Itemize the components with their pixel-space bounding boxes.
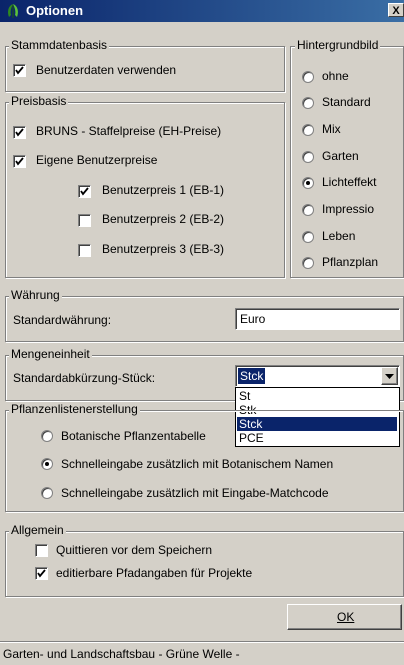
hintergrund-label-mix: Mix bbox=[322, 122, 341, 136]
hintergrund-radio-mix[interactable] bbox=[302, 124, 314, 136]
stammdaten-legend: Stammdatenbasis bbox=[9, 38, 110, 52]
check-icon bbox=[37, 569, 46, 578]
pflanzen-radio-matchcode[interactable] bbox=[41, 487, 53, 499]
pflanzen-radio-botanischer-name[interactable] bbox=[41, 458, 53, 470]
hintergrund-legend: Hintergrundbild bbox=[295, 38, 381, 52]
benutzerdaten-checkbox[interactable] bbox=[13, 64, 26, 77]
hintergrund-label-pflanzplan: Pflanzplan bbox=[322, 255, 379, 269]
leaf-icon bbox=[5, 3, 21, 19]
hintergrund-radio-pflanzplan[interactable] bbox=[302, 257, 314, 269]
benutzerpreis-3-label: Benutzerpreis 3 (EB-3) bbox=[102, 242, 225, 256]
waehrung-legend: Währung bbox=[9, 288, 62, 302]
menge-select-value: Stck bbox=[236, 367, 267, 385]
menge-label: Standardabkürzung-Stück: bbox=[13, 371, 156, 385]
waehrung-value: Euro bbox=[240, 312, 266, 326]
benutzerpreis-3-checkbox[interactable] bbox=[78, 244, 91, 257]
check-icon bbox=[15, 157, 24, 166]
ok-button-label: OK bbox=[337, 610, 355, 624]
ok-button[interactable]: OK bbox=[287, 604, 402, 630]
pflanzen-radio-botanisch[interactable] bbox=[41, 430, 53, 442]
bruns-label: BRUNS - Staffelpreise (EH-Preise) bbox=[36, 124, 222, 138]
check-icon bbox=[15, 66, 24, 75]
dropdown-option-st[interactable]: St bbox=[237, 389, 397, 403]
waehrung-label: Standardwährung: bbox=[13, 313, 112, 327]
hintergrund-label-leben: Leben bbox=[322, 229, 356, 243]
radio-dot-icon bbox=[45, 462, 49, 466]
allgemein-legend: Allgemein bbox=[9, 523, 66, 537]
check-icon bbox=[80, 187, 89, 196]
benutzerpreis-2-checkbox[interactable] bbox=[78, 214, 91, 227]
pfad-label: editierbare Pfadangaben für Projekte bbox=[56, 566, 253, 580]
benutzerdaten-label: Benutzerdaten verwenden bbox=[36, 63, 177, 77]
quittieren-checkbox[interactable] bbox=[35, 544, 48, 557]
check-icon bbox=[15, 128, 24, 137]
pflanzen-legend: Pflanzenlistenerstellung bbox=[9, 402, 140, 416]
radio-dot-icon bbox=[306, 181, 310, 185]
waehrung-input[interactable]: Euro bbox=[235, 308, 400, 330]
allgemein-group bbox=[5, 531, 404, 597]
eigene-label: Eigene Benutzerpreise bbox=[36, 153, 158, 167]
benutzerpreis-1-label: Benutzerpreis 1 (EB-1) bbox=[102, 183, 225, 197]
bruns-checkbox[interactable] bbox=[13, 126, 26, 139]
chevron-down-icon bbox=[385, 374, 394, 379]
hintergrund-radio-standard[interactable] bbox=[302, 97, 314, 109]
hintergrund-label-garten: Garten bbox=[322, 149, 359, 163]
preisbasis-legend: Preisbasis bbox=[9, 94, 69, 108]
hintergrund-label-impressio: Impressio bbox=[322, 202, 375, 216]
quittieren-label: Quittieren vor dem Speichern bbox=[56, 543, 213, 557]
close-button[interactable]: X bbox=[388, 3, 404, 17]
hintergrund-radio-leben[interactable] bbox=[302, 231, 314, 243]
pflanzen-label-botanischer-name: Schnelleingabe zusätzlich mit Botanische… bbox=[61, 457, 334, 471]
window-title: Optionen bbox=[26, 3, 84, 18]
eigene-checkbox[interactable] bbox=[13, 155, 26, 168]
pflanzen-label-botanisch: Botanische Pflanzentabelle bbox=[61, 429, 206, 443]
hintergrund-label-standard: Standard bbox=[322, 95, 371, 109]
pflanzen-label-matchcode: Schnelleingabe zusätzlich mit Eingabe-Ma… bbox=[61, 486, 329, 500]
dropdown-arrow-button[interactable] bbox=[381, 367, 398, 385]
status-text: Garten- und Landschaftsbau - Grüne Welle… bbox=[3, 647, 240, 661]
hintergrund-radio-ohne[interactable] bbox=[302, 71, 314, 83]
menge-legend: Mengeneinheit bbox=[9, 347, 92, 361]
pfad-checkbox[interactable] bbox=[35, 567, 48, 580]
hintergrund-radio-garten[interactable] bbox=[302, 151, 314, 163]
benutzerpreis-1-checkbox[interactable] bbox=[78, 185, 91, 198]
hintergrund-radio-lichteffekt[interactable] bbox=[302, 177, 314, 189]
hintergrund-label-ohne: ohne bbox=[322, 69, 349, 83]
hintergrund-radio-impressio[interactable] bbox=[302, 204, 314, 216]
menge-select[interactable]: Stck bbox=[235, 365, 400, 387]
benutzerpreis-2-label: Benutzerpreis 2 (EB-2) bbox=[102, 212, 225, 226]
hintergrund-label-lichteffekt: Lichteffekt bbox=[322, 175, 377, 189]
